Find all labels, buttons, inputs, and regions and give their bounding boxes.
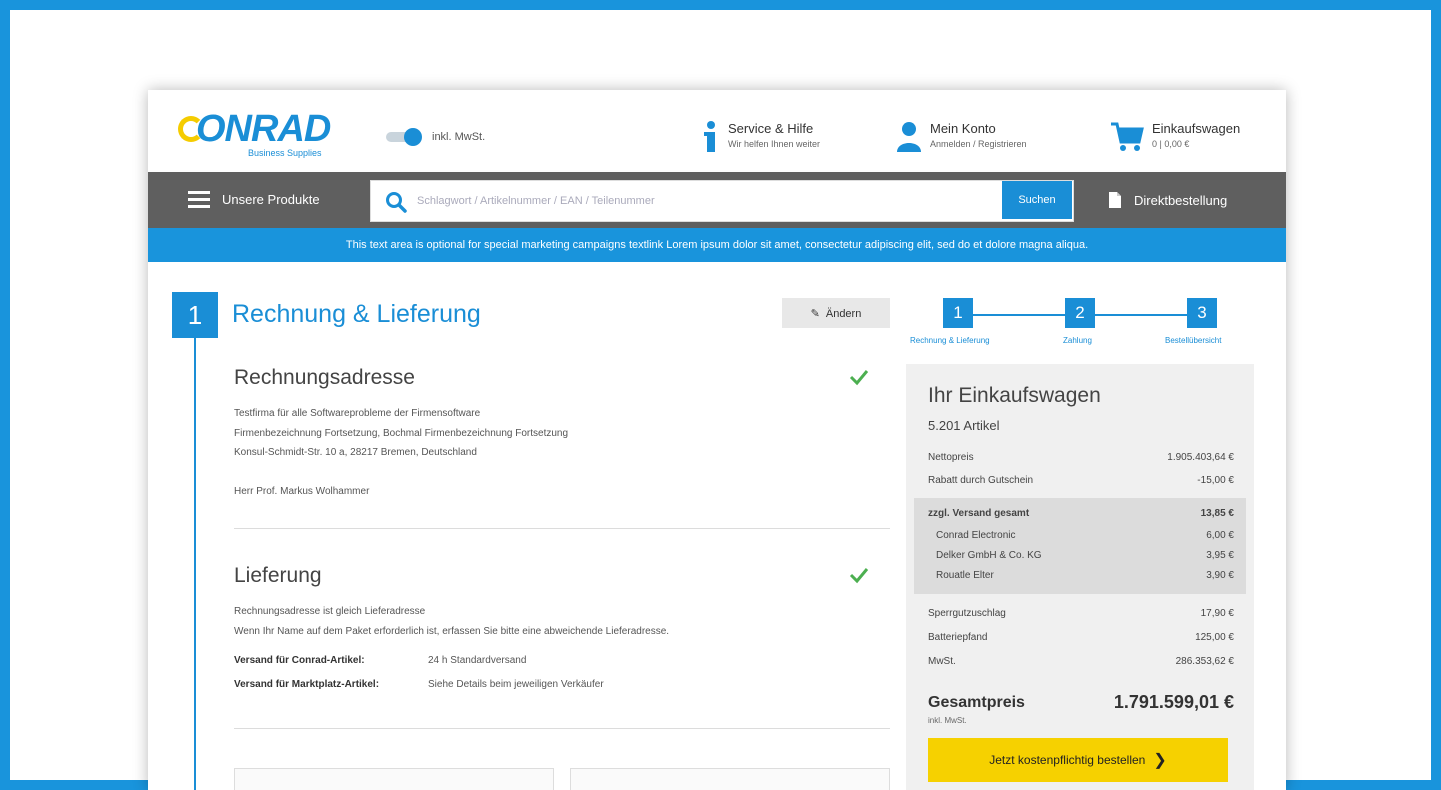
vat-row: MwSt. 286.353,62 € xyxy=(928,656,1234,674)
progress-label-1: Rechnung & Lieferung xyxy=(910,336,990,345)
cart-summary-panel: Ihr Einkaufswagen 5.201 Artikel Nettopre… xyxy=(906,364,1254,790)
logo-wordmark: ONRAD xyxy=(196,108,331,150)
delivery-heading: Lieferung xyxy=(234,564,322,587)
info-icon xyxy=(704,121,715,152)
search-input[interactable] xyxy=(417,181,997,221)
net-price-value: 1.905.403,64 € xyxy=(1167,452,1234,463)
navigation-bar: Unsere Produkte Suchen Direktbestellung xyxy=(148,172,1286,228)
discount-value: -15,00 € xyxy=(1197,475,1234,486)
bulky-surcharge-label: Sperrgutzuschlag xyxy=(928,608,1006,619)
shipping-total-row: zzgl. Versand gesamt 13,85 € xyxy=(928,508,1234,526)
total-note: inkl. MwSt. xyxy=(928,716,967,725)
account-title: Mein Konto xyxy=(930,121,996,136)
bulky-surcharge-value: 17,90 € xyxy=(1200,608,1234,619)
search-button[interactable]: Suchen xyxy=(1002,181,1072,219)
edit-button[interactable]: ✎ Ändern xyxy=(782,298,890,328)
option-card[interactable] xyxy=(570,768,890,790)
user-icon xyxy=(897,122,921,152)
option-card[interactable] xyxy=(234,768,554,790)
billing-company: Testfirma für alle Softwareprobleme der … xyxy=(234,408,481,419)
billing-contact: Herr Prof. Markus Wolhammer xyxy=(234,486,370,497)
cart-link[interactable]: Einkaufswagen 0 | 0,00 € xyxy=(1110,120,1270,156)
logo-subtitle: Business Supplies xyxy=(248,148,322,158)
progress-step-3[interactable]: 3 xyxy=(1187,298,1217,328)
step-connector-line xyxy=(194,338,196,790)
account-subtitle: Anmelden / Registrieren xyxy=(930,139,1027,149)
progress-label-3: Bestellübersicht xyxy=(1165,336,1222,345)
account-link[interactable]: Mein Konto Anmelden / Registrieren xyxy=(896,120,1076,156)
billing-heading: Rechnungsadresse xyxy=(234,366,415,389)
shipping-item-label: Rouatle Elter xyxy=(936,570,994,581)
section-title: Rechnung & Lieferung xyxy=(232,300,481,328)
progress-label-2: Zahlung xyxy=(1063,336,1092,345)
billing-company-cont: Firmenbezeichnung Fortsetzung, Bochmal F… xyxy=(234,428,569,439)
billing-street: Konsul-Schmidt-Str. 10 a, 28217 Bremen, … xyxy=(234,447,477,458)
shipping-item-value: 6,00 € xyxy=(1206,530,1234,541)
vat-toggle-label: inkl. MwSt. xyxy=(432,131,486,143)
progress-step-2[interactable]: 2 xyxy=(1065,298,1095,328)
battery-deposit-value: 125,00 € xyxy=(1195,632,1234,643)
shipping-item-row: Delker GmbH & Co. KG 3,95 € xyxy=(936,550,1234,568)
place-order-button[interactable]: Jetzt kostenpflichtig bestellen ❯ xyxy=(928,738,1228,782)
divider xyxy=(234,528,890,529)
marketing-banner[interactable]: This text area is optional for special m… xyxy=(148,228,1286,262)
search-icon xyxy=(386,192,407,213)
cart-subtitle: 0 | 0,00 € xyxy=(1152,139,1190,149)
check-icon xyxy=(849,568,869,584)
battery-deposit-row: Batteriepfand 125,00 € xyxy=(928,632,1234,650)
browser-window: ONRAD Business Supplies inkl. MwSt. Serv… xyxy=(148,90,1286,790)
shipping-item-label: Conrad Electronic xyxy=(936,530,1016,541)
cart-item-count: 5.201 Artikel xyxy=(928,418,1000,433)
pencil-icon: ✎ xyxy=(810,307,820,320)
service-subtitle: Wir helfen Ihnen weiter xyxy=(728,139,821,149)
delivery-hint: Wenn Ihr Name auf dem Paket erforderlich… xyxy=(234,626,670,637)
net-price-row: Nettopreis 1.905.403,64 € xyxy=(928,452,1234,470)
shipping-item-label: Delker GmbH & Co. KG xyxy=(936,550,1042,561)
shipping-total-label: zzgl. Versand gesamt xyxy=(928,508,1030,519)
products-menu-label: Unsere Produkte xyxy=(222,192,320,207)
shipping-item-row: Conrad Electronic 6,00 € xyxy=(936,530,1234,548)
shipping-item-value: 3,95 € xyxy=(1206,550,1234,561)
bulky-surcharge-row: Sperrgutzuschlag 17,90 € xyxy=(928,608,1234,626)
total-label: Gesamtpreis xyxy=(928,694,1025,711)
shipping-item-row: Rouatle Elter 3,90 € xyxy=(936,570,1234,588)
cart-summary-title: Ihr Einkaufswagen xyxy=(928,384,1101,407)
net-price-label: Nettopreis xyxy=(928,452,974,463)
hamburger-icon xyxy=(188,191,210,209)
service-title: Service & Hilfe xyxy=(728,121,814,136)
marketplace-shipping-label: Versand für Marktplatz-Artikel: xyxy=(234,679,380,690)
progress-step-1[interactable]: 1 xyxy=(943,298,973,328)
step-number-badge: 1 xyxy=(172,292,218,338)
top-header: ONRAD Business Supplies inkl. MwSt. Serv… xyxy=(148,90,1286,172)
marketplace-shipping-value: Siehe Details beim jeweiligen Verkäufer xyxy=(428,679,604,690)
vat-label: MwSt. xyxy=(928,656,956,667)
cart-title: Einkaufswagen xyxy=(1152,121,1241,136)
conrad-logo[interactable]: ONRAD Business Supplies xyxy=(172,108,342,160)
conrad-shipping-label: Versand für Conrad-Artikel: xyxy=(234,655,365,666)
search-bar xyxy=(370,180,1074,222)
shipping-item-value: 3,90 € xyxy=(1206,570,1234,581)
service-help-link[interactable]: Service & Hilfe Wir helfen Ihnen weiter xyxy=(700,120,860,156)
place-order-label: Jetzt kostenpflichtig bestellen xyxy=(989,753,1146,767)
toggle-knob xyxy=(404,128,422,146)
shipping-total-value: 13,85 € xyxy=(1200,508,1234,519)
conrad-shipping-value: 24 h Standardversand xyxy=(428,655,527,666)
edit-button-label: Ändern xyxy=(825,307,862,320)
check-icon xyxy=(849,370,869,386)
discount-row: Rabatt durch Gutschein -15,00 € xyxy=(928,475,1234,493)
vat-toggle[interactable] xyxy=(386,128,422,146)
document-icon xyxy=(1109,192,1121,208)
battery-deposit-label: Batteriepfand xyxy=(928,632,988,643)
discount-label: Rabatt durch Gutschein xyxy=(928,475,1034,486)
direct-order-label: Direktbestellung xyxy=(1134,193,1228,208)
cart-icon xyxy=(1111,122,1144,151)
divider xyxy=(234,728,890,729)
delivery-note: Rechnungsadresse ist gleich Lieferadress… xyxy=(234,606,426,617)
total-value: 1.791.599,01 € xyxy=(1113,692,1234,712)
vat-value: 286.353,62 € xyxy=(1175,656,1234,667)
chevron-right-icon: ❯ xyxy=(1153,752,1167,769)
